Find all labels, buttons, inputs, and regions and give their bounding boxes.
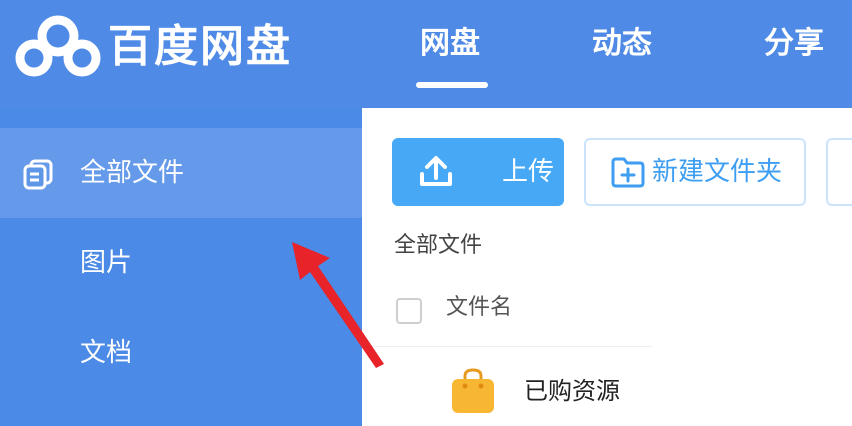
active-tab-underline: [416, 82, 488, 88]
baidu-cloud-logo-icon[interactable]: [14, 12, 102, 80]
tab-share[interactable]: 分享: [764, 22, 824, 66]
new-folder-button[interactable]: 新建文件夹: [584, 138, 806, 206]
row-divider: [362, 346, 652, 347]
sidebar-item-label: 文档: [80, 338, 133, 368]
shopping-bag-icon: [452, 368, 494, 413]
brand-name: 百度网盘: [108, 21, 292, 72]
sidebar-item-label: 全部文件: [80, 158, 185, 188]
tab-netdisk[interactable]: 网盘: [420, 22, 480, 66]
breadcrumb[interactable]: 全部文件: [394, 230, 482, 262]
column-header-filename[interactable]: 文件名: [446, 292, 512, 324]
file-panel: 上传 新建文件夹 全部文件 文件名 已购资源: [362, 108, 852, 426]
new-folder-button-label: 新建文件夹: [652, 157, 783, 187]
upload-icon: [420, 156, 452, 186]
upload-button[interactable]: 上传: [392, 138, 564, 206]
folder-plus-icon: [611, 157, 645, 188]
annotation-arrow-icon: [292, 242, 384, 368]
tab-activity[interactable]: 动态: [592, 22, 652, 66]
sidebar-item-label: 图片: [80, 248, 133, 278]
files-stack-icon: [23, 159, 53, 190]
file-name[interactable]: 已购资源: [524, 373, 620, 409]
top-header: 百度网盘 网盘 动态 分享: [0, 0, 852, 108]
more-toolbar-button[interactable]: [826, 138, 852, 206]
sidebar-item-all-files[interactable]: 全部文件: [0, 128, 362, 218]
upload-button-label: 上传: [502, 157, 555, 187]
select-all-checkbox[interactable]: [396, 298, 422, 324]
